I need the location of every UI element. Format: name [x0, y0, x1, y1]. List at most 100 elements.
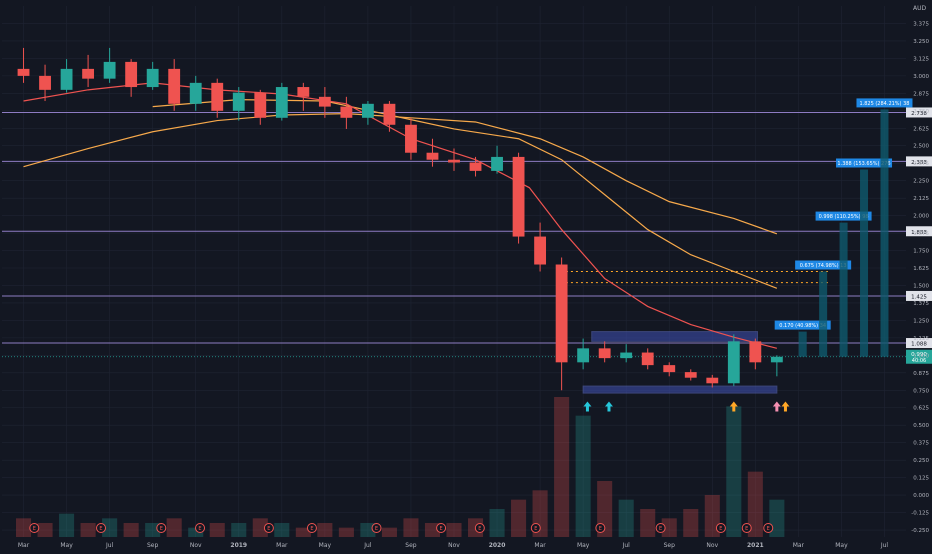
- volume-bar: [403, 518, 419, 537]
- x-tick-label: Mar: [534, 542, 546, 549]
- earnings-marker-text: E: [267, 526, 270, 532]
- earnings-marker-text: E: [99, 526, 102, 532]
- y-tick-label: 2.750: [913, 109, 929, 115]
- target-bar: [860, 169, 869, 357]
- y-tick-label: -0.250: [911, 528, 929, 534]
- earnings-marker-text: E: [198, 526, 201, 532]
- candle-body: [405, 124, 417, 153]
- y-tick-label: 1.250: [913, 318, 929, 324]
- volume-bar: [209, 523, 225, 537]
- price-chart[interactable]: 2.7382.3881.8881.4251.0880.99040:06 0.17…: [0, 0, 932, 550]
- y-tick-label: 0.750: [913, 388, 929, 394]
- volume-bar: [381, 527, 397, 537]
- y-tick-label: 2.125: [913, 196, 929, 202]
- candle-body: [168, 68, 181, 104]
- volume-bar: [575, 415, 591, 537]
- candle-body: [727, 341, 740, 384]
- candle-body: [103, 61, 116, 79]
- x-tick-label: Mar: [18, 542, 30, 549]
- candle-body: [82, 68, 95, 79]
- volume-bar: [166, 518, 182, 537]
- volume-bar: [123, 523, 139, 537]
- candle-body: [232, 92, 245, 111]
- y-tick-label: -0.125: [911, 511, 929, 517]
- y-tick-label: 0.375: [913, 441, 929, 447]
- y-tick-label: 1.625: [913, 266, 929, 272]
- level-tag-text: 1.088: [911, 342, 927, 348]
- target-label: 0.675 (74.98%) 13: [800, 263, 847, 269]
- candle-body: [448, 159, 460, 163]
- x-tick-label: Nov: [448, 542, 460, 549]
- candle-body: [254, 92, 267, 118]
- candle-body: [706, 377, 719, 384]
- x-tick-label: Jul: [880, 542, 889, 549]
- x-tick-label: May: [577, 542, 590, 549]
- candle-body: [426, 152, 439, 160]
- candle-body: [663, 365, 676, 373]
- chart-area[interactable]: 2.738 2.388 1.888 1.425 1.088 0.990 40:06 0.17…: [0, 0, 932, 550]
- y-tick-label: 3.250: [913, 39, 929, 45]
- y-tick-label: 1.375: [913, 301, 929, 307]
- volume-bar: [274, 523, 290, 537]
- target-bar: [819, 271, 828, 357]
- y-tick-label: 2.500: [913, 144, 929, 150]
- candle-body: [469, 162, 482, 171]
- target-label: 1.825 (284.21%) 38: [859, 101, 909, 107]
- volume-bar: [511, 499, 527, 537]
- y-tick-label: 2.000: [913, 214, 929, 220]
- x-tick-label: Mar: [276, 542, 288, 549]
- candle-body: [684, 372, 697, 378]
- y-tick-label: 0.000: [913, 493, 929, 499]
- target-label: 0.170 (40.98%) 34: [779, 323, 826, 329]
- volume-bar: [338, 527, 354, 537]
- volume-bar: [640, 509, 656, 537]
- target-bar: [798, 331, 807, 357]
- volume-bar: [683, 509, 699, 537]
- candle-body: [749, 341, 762, 363]
- earnings-marker-text: E: [767, 526, 770, 532]
- candle-body: [770, 356, 783, 363]
- y-tick-label: 1.000: [913, 353, 929, 359]
- y-tick-label: 3.375: [913, 21, 929, 27]
- candle-body: [598, 348, 611, 359]
- earnings-marker-text: E: [160, 526, 163, 532]
- candle-body: [146, 68, 159, 88]
- x-tick-label: Sep: [147, 542, 159, 549]
- volume-bar: [15, 518, 32, 537]
- volume-bar: [618, 499, 634, 537]
- earnings-marker-text: E: [659, 526, 662, 532]
- candle-body: [361, 103, 374, 118]
- candle-body: [620, 352, 633, 359]
- y-tick-label: 1.875: [913, 231, 929, 237]
- candle-body: [555, 264, 568, 363]
- earnings-marker-text: E: [719, 526, 722, 532]
- candle-body: [383, 103, 396, 125]
- volume-bar: [37, 523, 53, 537]
- x-tick-label: 2019: [230, 542, 247, 549]
- candle-body: [17, 68, 30, 76]
- consolidation-zone: [582, 385, 778, 394]
- candle-body: [125, 61, 138, 88]
- earnings-marker-text: E: [375, 526, 378, 532]
- candle-body: [39, 75, 51, 90]
- candle-body: [211, 82, 224, 111]
- y-tick-label: 3.000: [913, 74, 929, 80]
- candle-body: [60, 68, 73, 90]
- x-tick-label: May: [319, 542, 332, 549]
- y-tick-label: 2.375: [913, 161, 929, 167]
- candle-body: [491, 156, 503, 171]
- y-tick-label: 2.875: [913, 91, 929, 97]
- candle-body: [275, 87, 288, 118]
- y-tick-label: 1.500: [913, 283, 929, 289]
- x-tick-label: May: [835, 542, 848, 549]
- target-bar: [839, 222, 848, 357]
- volume-bar: [726, 406, 742, 537]
- volume-bar: [317, 523, 333, 537]
- x-tick-label: Sep: [405, 542, 417, 549]
- earnings-marker-text: E: [599, 526, 602, 532]
- y-tick-label: 2.625: [913, 126, 929, 132]
- x-tick-label: Nov: [190, 542, 202, 549]
- x-tick-label: 2020: [489, 542, 506, 549]
- volume-bar: [446, 523, 462, 537]
- candle-body: [534, 236, 547, 265]
